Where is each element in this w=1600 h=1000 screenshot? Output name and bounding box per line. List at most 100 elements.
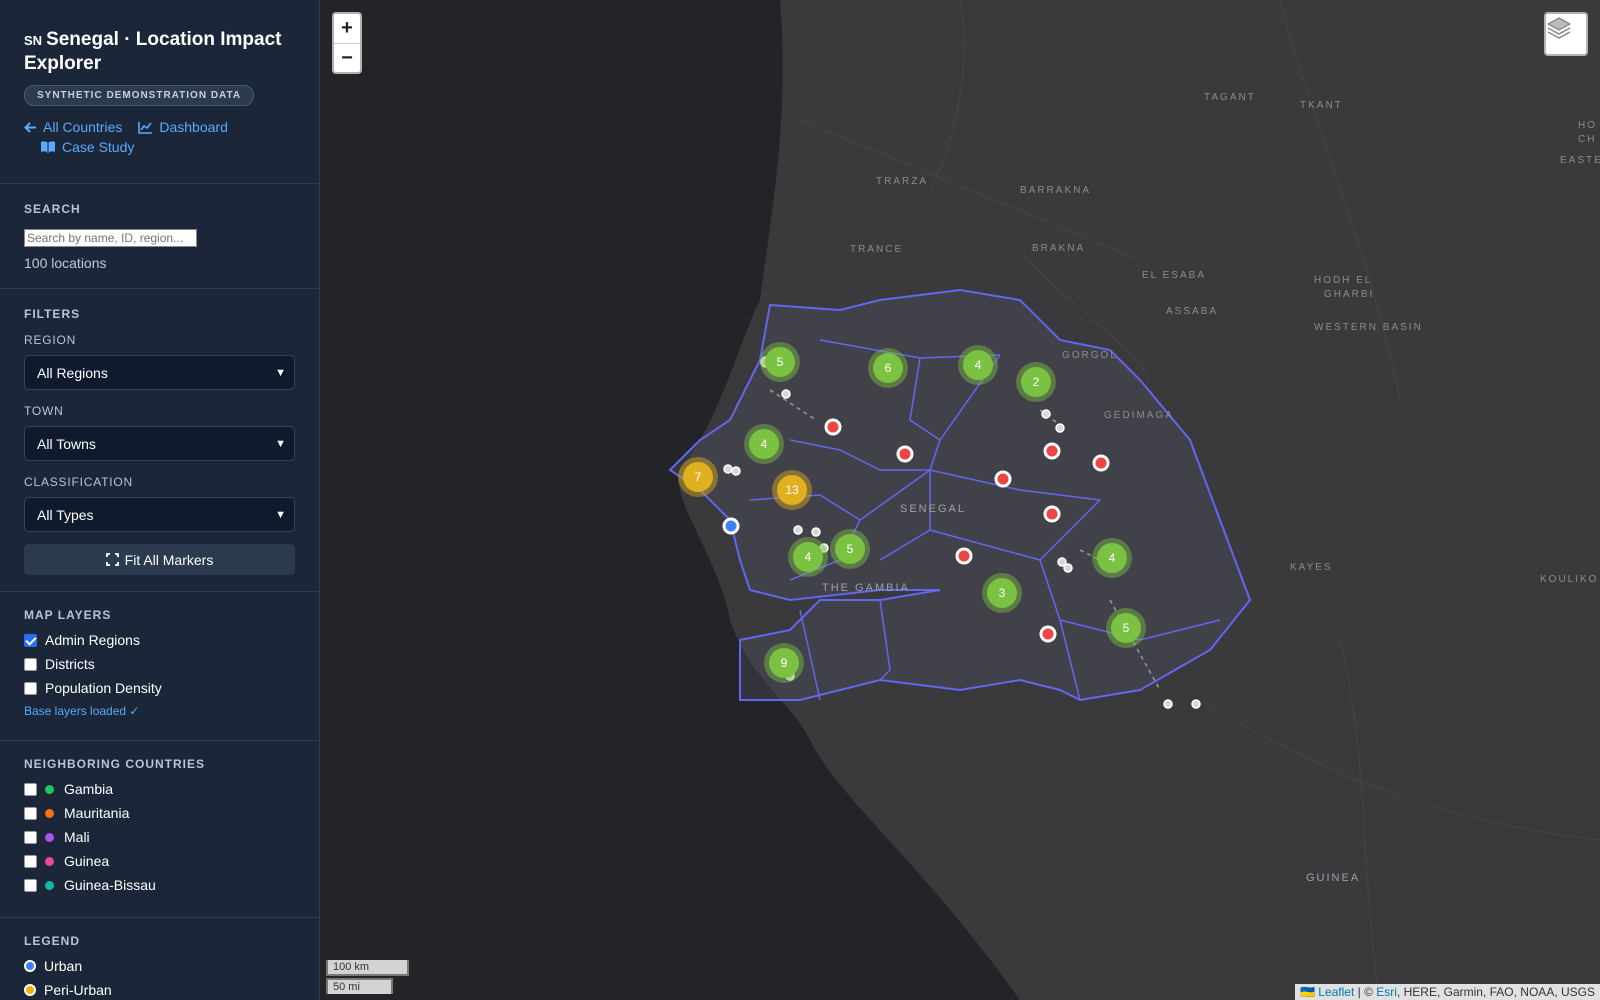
ukraine-flag-icon: 🇺🇦 — [1299, 985, 1315, 999]
marker-cluster[interactable]: 3 — [982, 573, 1022, 613]
classification-select[interactable]: All Types ▼ — [24, 497, 295, 532]
marker-cluster[interactable]: 5 — [1106, 608, 1146, 648]
point-marker[interactable] — [1063, 563, 1073, 573]
gambia-checkbox[interactable] — [24, 782, 37, 796]
map-canvas[interactable]: TAGANT TKANT HO CH EASTE TRARZA BARRAKNA… — [320, 0, 1600, 1000]
layers-status: Base layers loaded ✓ — [24, 704, 140, 718]
search-input[interactable] — [24, 229, 197, 247]
chart-line-icon — [138, 121, 153, 134]
marker-cluster[interactable]: 4 — [958, 345, 998, 385]
all-countries-label: All Countries — [43, 119, 123, 135]
marker-cluster[interactable]: 4 — [788, 537, 828, 577]
blue-urban-marker[interactable] — [722, 517, 740, 535]
markers-layer — [722, 356, 1201, 709]
legend-section: LEGEND Urban Peri-Urban — [0, 918, 319, 1000]
layers-button[interactable] — [1544, 12, 1588, 56]
legend-urban: Urban — [24, 954, 295, 978]
population-density-checkbox[interactable] — [24, 681, 37, 695]
red-location-marker[interactable] — [824, 418, 842, 436]
marker-cluster[interactable]: 4 — [1092, 538, 1132, 578]
guinea-bissau-color-dot — [45, 880, 54, 890]
gambia-color-dot — [45, 784, 54, 794]
fit-all-markers-button[interactable]: Fit All Markers — [24, 544, 295, 575]
neighbor-gambia[interactable]: Gambia — [24, 777, 295, 801]
point-marker[interactable] — [793, 525, 803, 535]
nav-links: All Countries Dashboard Case Study — [24, 118, 295, 183]
marker-cluster[interactable]: 13 — [772, 470, 812, 510]
case-study-link[interactable]: Case Study — [40, 138, 134, 156]
zoom-in-button[interactable]: + — [334, 14, 360, 43]
mauritania-checkbox[interactable] — [24, 806, 37, 820]
filters-heading: FILTERS — [24, 307, 81, 321]
cluster-count: 5 — [765, 347, 795, 377]
point-marker[interactable] — [731, 466, 741, 476]
layer-population-density[interactable]: Population Density — [24, 676, 295, 700]
cluster-count: 4 — [793, 542, 823, 572]
town-selected: All Towns — [37, 435, 96, 452]
marker-cluster[interactable]: 7 — [678, 457, 718, 497]
mauritania-color-dot — [45, 808, 54, 818]
red-location-marker[interactable] — [1092, 454, 1110, 472]
urban-marker-icon — [24, 960, 36, 972]
cluster-count: 5 — [1111, 613, 1141, 643]
cluster-count: 4 — [749, 429, 779, 459]
country-flag: SN — [24, 33, 43, 48]
dashboard-link[interactable]: Dashboard — [138, 118, 228, 136]
red-location-marker[interactable] — [1039, 625, 1057, 643]
neighbor-mali[interactable]: Mali — [24, 825, 295, 849]
region-select[interactable]: All Regions ▼ — [24, 355, 295, 390]
marker-cluster[interactable]: 6 — [868, 348, 908, 388]
zoom-out-button[interactable]: − — [334, 43, 360, 72]
districts-checkbox[interactable] — [24, 657, 37, 671]
red-location-marker[interactable] — [994, 470, 1012, 488]
location-count: 100 locations — [24, 255, 107, 271]
cluster-count: 9 — [769, 648, 799, 678]
scale-mi: 50 mi — [326, 978, 393, 994]
region-label: REGION — [24, 333, 77, 347]
point-marker[interactable] — [1055, 423, 1065, 433]
all-countries-link[interactable]: All Countries — [24, 118, 122, 136]
neighbor-guinea-bissau[interactable]: Guinea-Bissau — [24, 873, 295, 897]
synthetic-data-badge: SYNTHETIC DEMONSTRATION DATA — [24, 85, 255, 106]
neighbor-label: Mali — [64, 829, 90, 845]
town-select[interactable]: All Towns ▼ — [24, 426, 295, 461]
region-selected: All Regions — [37, 364, 108, 381]
classification-label: CLASSIFICATION — [24, 475, 133, 489]
marker-cluster[interactable]: 5 — [830, 529, 870, 569]
point-marker[interactable] — [1041, 409, 1051, 419]
map-layers-section: MAP LAYERS Admin Regions Districts Popul… — [0, 592, 319, 741]
red-location-marker[interactable] — [1043, 505, 1061, 523]
leaflet-link[interactable]: Leaflet — [1318, 985, 1354, 999]
marker-cluster[interactable]: 2 — [1016, 362, 1056, 402]
mali-checkbox[interactable] — [24, 830, 37, 844]
point-marker[interactable] — [1191, 699, 1201, 709]
app-title: SN Senegal · Location Impact Explorer — [24, 0, 295, 75]
cluster-count: 5 — [835, 534, 865, 564]
header-section: SN Senegal · Location Impact Explorer SYN… — [0, 0, 319, 184]
guinea-bissau-checkbox[interactable] — [24, 878, 37, 892]
esri-link[interactable]: Esri — [1376, 985, 1397, 999]
layer-admin-regions[interactable]: Admin Regions — [24, 628, 295, 652]
cluster-count: 2 — [1021, 367, 1051, 397]
cluster-count: 13 — [777, 475, 807, 505]
red-location-marker[interactable] — [896, 445, 914, 463]
marker-cluster[interactable]: 9 — [764, 643, 804, 683]
neighbor-mauritania[interactable]: Mauritania — [24, 801, 295, 825]
layer-label: Population Density — [45, 680, 162, 696]
neighbors-section: NEIGHBORING COUNTRIES Gambia Mauritania … — [0, 741, 319, 918]
guinea-checkbox[interactable] — [24, 854, 37, 868]
neighbor-guinea[interactable]: Guinea — [24, 849, 295, 873]
point-marker[interactable] — [811, 527, 821, 537]
red-location-marker[interactable] — [1043, 442, 1061, 460]
red-location-marker[interactable] — [955, 547, 973, 565]
point-marker[interactable] — [723, 464, 733, 474]
case-study-label: Case Study — [62, 138, 135, 155]
neighbor-label: Guinea — [64, 853, 110, 869]
scale-bar: 100 km 50 mi — [326, 960, 409, 994]
point-marker[interactable] — [1163, 699, 1173, 709]
marker-cluster[interactable]: 4 — [744, 424, 784, 464]
layer-districts[interactable]: Districts — [24, 652, 295, 676]
point-marker[interactable] — [781, 389, 791, 399]
marker-cluster[interactable]: 5 — [760, 342, 800, 382]
admin-regions-checkbox[interactable] — [24, 633, 37, 647]
